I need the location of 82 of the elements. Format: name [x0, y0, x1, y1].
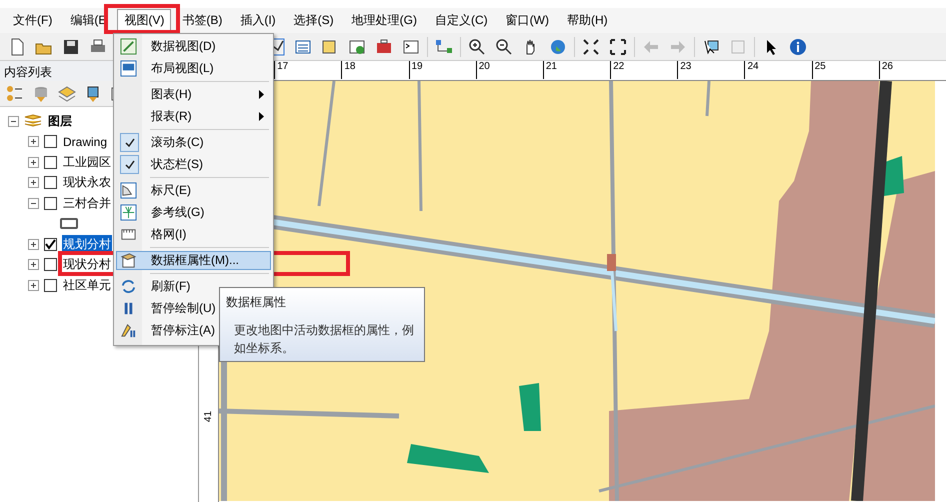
park-area — [519, 383, 542, 431]
menu-item[interactable]: 数据视图(D) — [116, 37, 271, 56]
menu-item[interactable]: 自定义(C) — [428, 9, 495, 32]
arrows-inward-icon[interactable] — [582, 38, 600, 56]
expand-icon[interactable] — [28, 156, 39, 168]
ruler-label: 18 — [341, 61, 408, 79]
layer-checkbox[interactable] — [44, 156, 57, 169]
properties-icon — [120, 252, 137, 269]
submenu-arrow-icon — [259, 90, 264, 99]
ruler-label: 21 — [542, 61, 610, 79]
menu-item[interactable]: 地理处理(G) — [344, 9, 424, 32]
ruler-label: 23 — [677, 61, 744, 79]
select-features-icon[interactable] — [702, 38, 720, 56]
pencil-pause-icon — [120, 322, 137, 339]
collapse-icon[interactable] — [28, 198, 39, 209]
ruler-icon — [120, 182, 137, 199]
layout-view-icon — [120, 60, 137, 77]
ruler-label: 19 — [408, 61, 476, 79]
layer-group-label[interactable]: 图层 — [47, 112, 73, 131]
menu-item[interactable]: 格网(I) — [116, 225, 271, 244]
ruler-label: 25 — [812, 61, 879, 79]
table-icon[interactable] — [294, 38, 312, 56]
layer-name[interactable]: 现状分村 — [62, 255, 112, 274]
check-icon — [120, 133, 139, 152]
layers-icon[interactable] — [58, 85, 76, 103]
building — [607, 254, 616, 271]
park-area — [882, 156, 904, 196]
ruler-label: 41 — [203, 410, 214, 422]
menu-item[interactable]: 视图(V) — [117, 9, 172, 32]
globe-icon[interactable] — [549, 38, 567, 56]
guide-icon — [120, 204, 137, 221]
expand-icon[interactable] — [28, 259, 39, 270]
layer-checkbox[interactable] — [44, 176, 57, 190]
model-icon[interactable] — [435, 38, 453, 56]
info-icon[interactable] — [789, 38, 807, 56]
layer-checkbox[interactable] — [44, 278, 57, 292]
arrows-outward-icon[interactable] — [609, 38, 627, 56]
zoom-out-icon[interactable] — [495, 38, 513, 56]
collapse-icon[interactable] — [8, 116, 19, 127]
layer-name[interactable]: Drawing — [62, 134, 108, 150]
layer-name[interactable]: 三村合并 — [62, 194, 112, 213]
legend-symbol — [60, 218, 78, 230]
tooltip-text: 更改地图中活动数据框的属性，例如坐标系。 — [233, 322, 415, 357]
refresh-icon — [120, 278, 137, 295]
ruler-label: 24 — [744, 61, 812, 79]
menu-item[interactable]: 窗口(W) — [498, 9, 556, 32]
toolbox-icon[interactable] — [375, 38, 393, 56]
expand-icon[interactable] — [28, 136, 39, 148]
menu-item[interactable]: 文件(F) — [6, 9, 60, 32]
menu-item[interactable]: 滚动条(C) — [116, 133, 271, 152]
ruler-label: 26 — [878, 61, 946, 79]
submenu-arrow-icon — [259, 112, 264, 121]
layers-icon — [24, 114, 42, 128]
ruler-label: 22 — [610, 61, 678, 79]
layer-name[interactable]: 现状永农 — [62, 173, 112, 192]
layer-checkbox[interactable] — [44, 135, 57, 148]
expand-icon[interactable] — [28, 280, 39, 291]
data-view-icon — [120, 38, 137, 55]
expand-icon[interactable] — [28, 238, 39, 250]
menu-item[interactable]: 书签(B) — [175, 9, 230, 32]
tooltip-title: 数据框属性 — [226, 294, 287, 311]
layer-checkbox[interactable] — [44, 196, 57, 210]
zoom-in-icon[interactable] — [468, 38, 486, 56]
layer-name[interactable]: 社区单元 — [62, 276, 112, 295]
road — [706, 81, 711, 116]
menu-item[interactable]: 帮助(H) — [560, 9, 615, 32]
expand-icon[interactable] — [28, 177, 39, 188]
menu-item[interactable]: 选择(S) — [286, 9, 341, 32]
search-window-icon[interactable] — [348, 38, 366, 56]
menu-item[interactable]: 数据框属性(M)... — [116, 251, 271, 270]
menu-item[interactable]: 参考线(G) — [116, 203, 271, 222]
layer-name[interactable]: 工业园区 — [62, 152, 112, 172]
layer-checkbox[interactable] — [44, 258, 57, 272]
ruler-label: 20 — [476, 61, 543, 79]
menu-item[interactable]: 插入(I) — [233, 9, 283, 32]
check-icon — [120, 155, 139, 174]
menu-item[interactable]: 报表(R) — [116, 107, 271, 126]
list-by-drawing-order-icon[interactable] — [6, 85, 24, 103]
layer-checkbox[interactable] — [44, 238, 57, 251]
menu-item[interactable]: 标尺(E) — [116, 181, 271, 200]
menu-item[interactable]: 图表(H) — [116, 85, 271, 104]
menu-item[interactable]: 状态栏(S) — [116, 155, 271, 174]
